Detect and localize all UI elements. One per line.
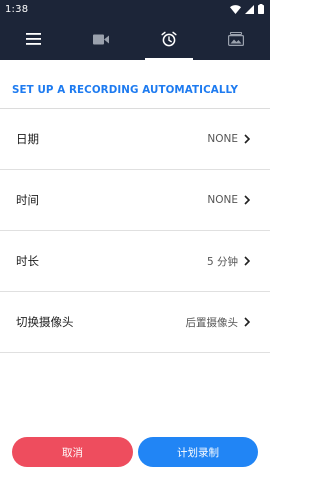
signal-icon xyxy=(245,4,254,14)
setting-value: 5 分钟 xyxy=(206,255,238,268)
setting-value: NONE xyxy=(207,133,238,145)
setting-value-group: 5 分钟 xyxy=(207,254,250,269)
gallery-icon xyxy=(228,32,245,46)
setting-value: 后置摄像头 xyxy=(185,316,239,329)
tab-gallery[interactable] xyxy=(203,18,271,60)
battery-icon xyxy=(258,4,264,14)
wifi-icon xyxy=(230,4,241,14)
setting-value-group: NONE xyxy=(207,194,250,206)
setting-label: 切换摄像头 xyxy=(16,315,74,329)
chevron-right-icon xyxy=(244,317,250,327)
tab-schedule[interactable] xyxy=(135,18,203,60)
schedule-recording-button[interactable]: 计划录制 xyxy=(138,437,258,467)
section-title: SET UP A RECORDING AUTOMATICALLY xyxy=(12,84,239,96)
chevron-right-icon xyxy=(244,195,250,205)
status-icons xyxy=(230,4,264,14)
settings-list: 日期 NONE 时间 NONE 时长 5 分钟 切换摄像头 后置摄像头 xyxy=(0,109,270,353)
setting-value-group: NONE xyxy=(207,133,250,145)
action-bar: 取消 计划录制 xyxy=(0,437,270,469)
tab-menu[interactable] xyxy=(0,18,68,60)
tab-video[interactable] xyxy=(68,18,136,60)
setting-label: 时间 xyxy=(16,193,39,207)
video-camera-icon xyxy=(93,34,110,44)
setting-row-camera[interactable]: 切换摄像头 后置摄像头 xyxy=(0,292,270,353)
setting-row-date[interactable]: 日期 NONE xyxy=(0,109,270,170)
status-bar: 1:38 xyxy=(0,0,270,18)
setting-value-group: 后置摄像头 xyxy=(185,315,250,330)
menu-icon xyxy=(26,33,42,45)
alarm-clock-icon xyxy=(161,31,177,47)
chevron-right-icon xyxy=(244,134,250,144)
setting-row-duration[interactable]: 时长 5 分钟 xyxy=(0,231,270,292)
setting-label: 日期 xyxy=(16,132,39,146)
setting-value: NONE xyxy=(207,194,238,206)
setting-label: 时长 xyxy=(16,254,39,268)
chevron-right-icon xyxy=(244,256,250,266)
status-time: 1:38 xyxy=(5,3,29,15)
tab-bar xyxy=(0,18,270,60)
setting-row-time[interactable]: 时间 NONE xyxy=(0,170,270,231)
cancel-button[interactable]: 取消 xyxy=(12,437,133,467)
